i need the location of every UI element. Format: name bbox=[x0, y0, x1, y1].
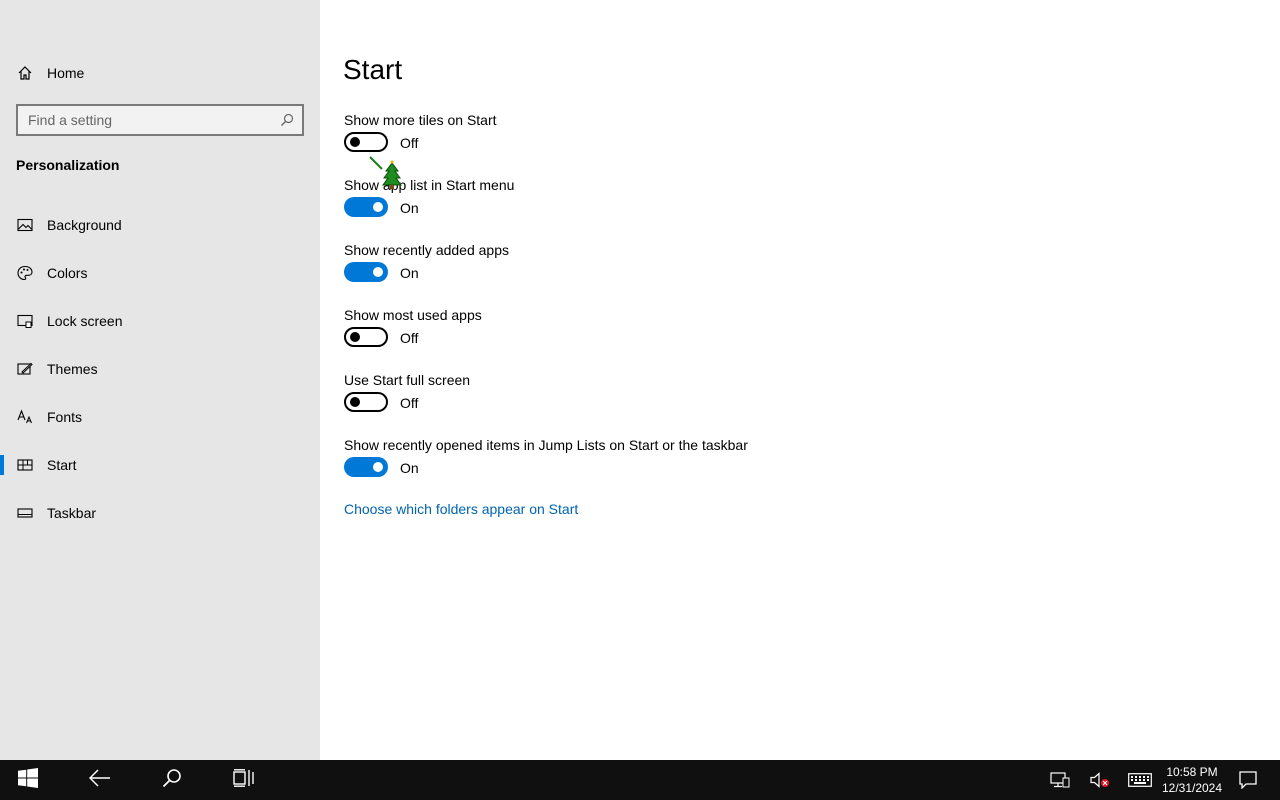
sidebar-item-label: Background bbox=[47, 217, 122, 233]
fonts-icon bbox=[17, 409, 33, 425]
sidebar-item-background[interactable]: Background bbox=[0, 205, 320, 245]
toggle-state: On bbox=[400, 460, 419, 476]
setting-label: Show app list in Start menu bbox=[344, 177, 515, 193]
start-tiles-icon bbox=[17, 457, 33, 473]
toggle-state: Off bbox=[400, 330, 419, 346]
sidebar: Home Personalization Background Colors L… bbox=[0, 0, 320, 760]
section-title: Personalization bbox=[16, 157, 120, 173]
setting-most-used: Show most used apps Off bbox=[344, 307, 1044, 367]
sidebar-item-colors[interactable]: Colors bbox=[0, 253, 320, 293]
setting-label: Show recently opened items in Jump Lists… bbox=[344, 437, 748, 453]
sidebar-item-themes[interactable]: Themes bbox=[0, 349, 320, 389]
task-view-button[interactable] bbox=[220, 760, 268, 800]
toggle-knob bbox=[350, 397, 360, 407]
sidebar-item-taskbar[interactable]: Taskbar bbox=[0, 493, 320, 533]
taskbar-icon bbox=[17, 505, 33, 521]
toggle-state: On bbox=[400, 200, 419, 216]
taskbar: 10:58 PM 12/31/2024 bbox=[0, 760, 1280, 800]
setting-label: Show more tiles on Start bbox=[344, 112, 497, 128]
sidebar-item-label: Themes bbox=[47, 361, 98, 377]
app-list-toggle[interactable] bbox=[344, 197, 388, 217]
keyboard-icon[interactable] bbox=[1126, 760, 1154, 800]
setting-more-tiles: Show more tiles on Start Off bbox=[344, 112, 1044, 172]
setting-label: Use Start full screen bbox=[344, 372, 471, 388]
back-arrow-icon bbox=[88, 768, 111, 792]
themes-icon bbox=[17, 361, 33, 377]
windows-logo-icon bbox=[18, 767, 38, 793]
search-field[interactable] bbox=[16, 104, 304, 136]
sidebar-item-home[interactable]: Home bbox=[0, 53, 320, 93]
setting-label: Show recently added apps bbox=[344, 242, 509, 258]
back-button[interactable] bbox=[76, 760, 124, 800]
search-input[interactable] bbox=[18, 106, 278, 134]
sidebar-item-label: Fonts bbox=[47, 409, 83, 425]
page-title: Start bbox=[343, 54, 403, 85]
start-button[interactable] bbox=[4, 760, 52, 800]
main-content: Start Show more tiles on Start Off Show … bbox=[320, 0, 1280, 760]
setting-jump-lists: Show recently opened items in Jump Lists… bbox=[344, 437, 1044, 497]
sidebar-item-lock-screen[interactable]: Lock screen bbox=[0, 301, 320, 341]
toggle-knob bbox=[350, 137, 360, 147]
toggle-knob bbox=[373, 202, 383, 212]
volume-muted-icon[interactable] bbox=[1088, 760, 1112, 800]
setting-full-screen: Use Start full screen Off bbox=[344, 372, 1044, 432]
search-icon[interactable] bbox=[280, 113, 294, 127]
lock-screen-icon bbox=[17, 313, 33, 329]
task-view-icon bbox=[233, 768, 255, 792]
clock-time: 10:58 PM bbox=[1166, 765, 1218, 779]
sidebar-item-fonts[interactable]: Fonts bbox=[0, 397, 320, 437]
sidebar-item-label: Colors bbox=[47, 265, 88, 281]
more-tiles-toggle[interactable] bbox=[344, 132, 388, 152]
toggle-knob bbox=[373, 267, 383, 277]
full-screen-toggle[interactable] bbox=[344, 392, 388, 412]
clock-date: 12/31/2024 bbox=[1161, 781, 1223, 795]
toggle-knob bbox=[373, 462, 383, 472]
search-icon bbox=[162, 768, 182, 793]
network-icon[interactable] bbox=[1048, 760, 1072, 800]
setting-recently-added: Show recently added apps On bbox=[344, 242, 1044, 302]
choose-folders-link[interactable]: Choose which folders appear on Start bbox=[344, 501, 578, 517]
sidebar-item-start[interactable]: Start bbox=[0, 445, 320, 485]
setting-label: Show most used apps bbox=[344, 307, 482, 323]
toggle-state: Off bbox=[400, 395, 419, 411]
setting-app-list: Show app list in Start menu On bbox=[344, 177, 1044, 237]
sidebar-item-label: Home bbox=[47, 65, 85, 81]
sidebar-item-label: Lock screen bbox=[47, 313, 123, 329]
search-button[interactable] bbox=[148, 760, 196, 800]
toggle-state: Off bbox=[400, 135, 419, 151]
jump-lists-toggle[interactable] bbox=[344, 457, 388, 477]
taskbar-clock[interactable]: 10:58 PM 12/31/2024 bbox=[1156, 764, 1228, 796]
most-used-toggle[interactable] bbox=[344, 327, 388, 347]
home-icon bbox=[17, 65, 33, 81]
recently-added-toggle[interactable] bbox=[344, 262, 388, 282]
palette-icon bbox=[17, 265, 33, 281]
toggle-state: On bbox=[400, 265, 419, 281]
picture-icon bbox=[17, 217, 33, 233]
toggle-knob bbox=[350, 332, 360, 342]
sidebar-item-label: Taskbar bbox=[47, 505, 97, 521]
notifications-icon[interactable] bbox=[1236, 760, 1260, 800]
sidebar-item-label: Start bbox=[47, 457, 77, 473]
